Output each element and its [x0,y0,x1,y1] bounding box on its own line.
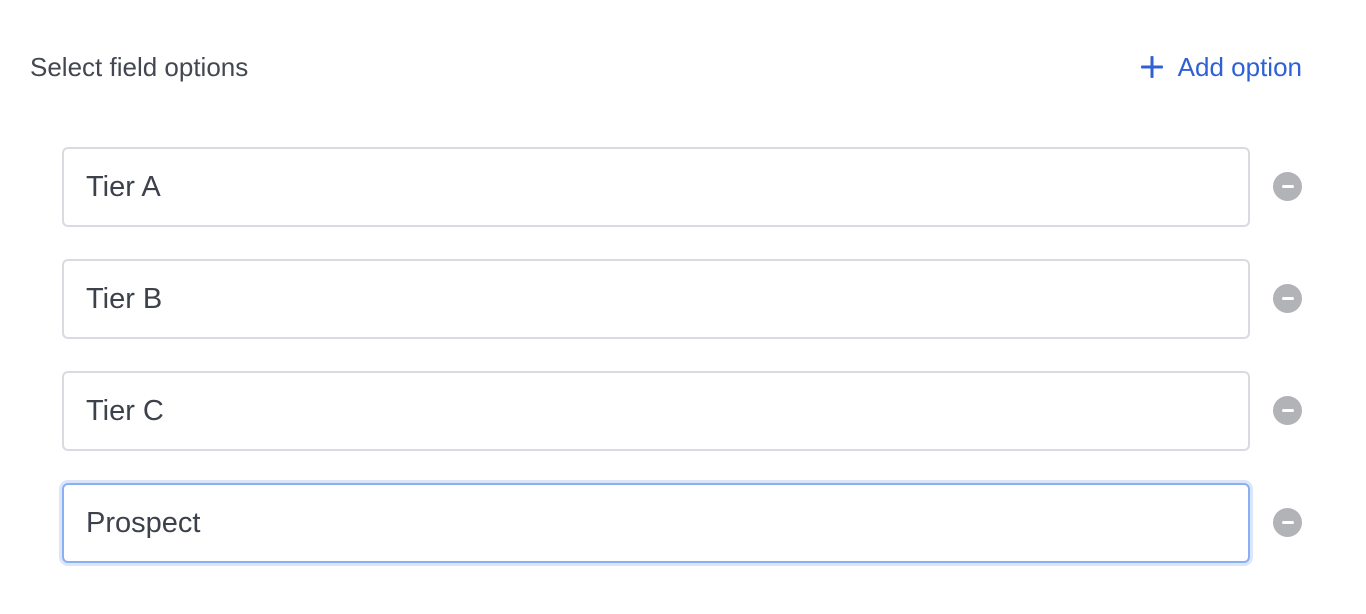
option-row [62,259,1302,339]
option-input[interactable] [62,371,1250,451]
minus-circle-icon [1281,297,1294,300]
minus-circle-icon [1281,409,1294,412]
plus-icon [1140,56,1163,78]
add-option-label: Add option [1177,52,1302,82]
option-row [62,483,1302,563]
add-option-button[interactable]: Add option [1140,50,1302,84]
remove-option-button[interactable] [1273,396,1302,425]
select-field-options-panel: Select field options Add option [0,0,1366,614]
remove-option-button[interactable] [1273,284,1302,313]
option-row [62,371,1302,451]
minus-circle-icon [1281,521,1294,524]
section-title: Select field options [30,52,249,82]
remove-option-button[interactable] [1273,172,1302,201]
minus-circle-icon [1281,185,1294,188]
option-input-focused[interactable] [62,483,1250,563]
remove-option-button[interactable] [1273,508,1302,537]
option-row [62,147,1302,227]
option-input[interactable] [62,259,1250,339]
option-input[interactable] [62,147,1250,227]
